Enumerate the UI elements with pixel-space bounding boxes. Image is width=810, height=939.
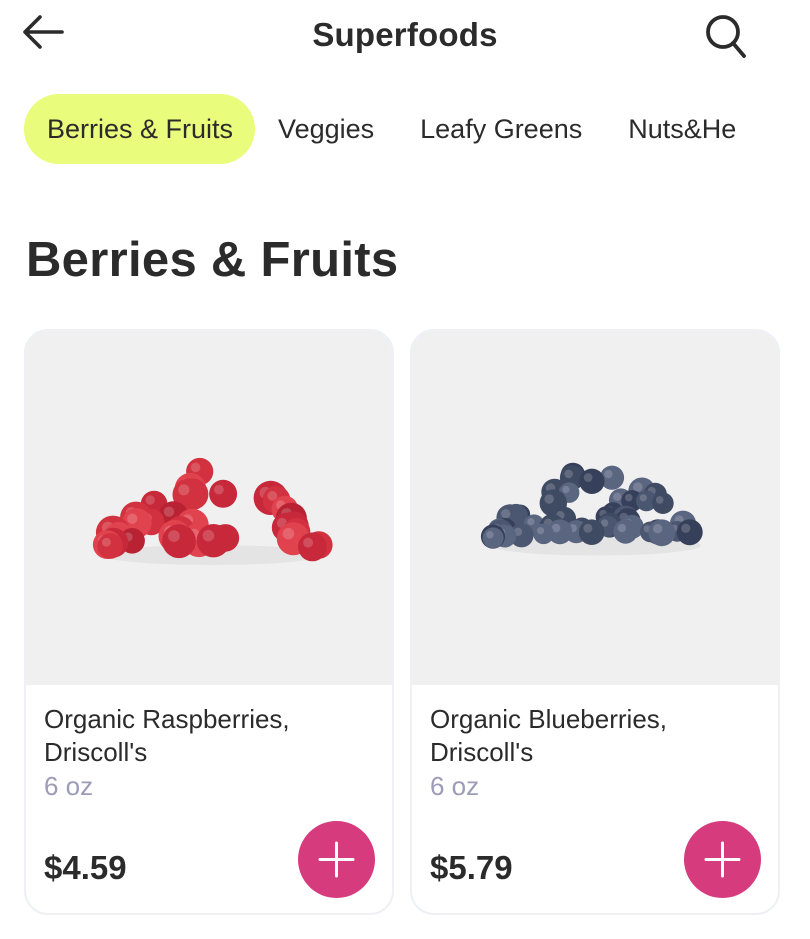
- blueberry: [613, 519, 638, 544]
- blueberry: [579, 468, 605, 494]
- raspberry: [162, 524, 196, 559]
- raspberry: [298, 532, 327, 562]
- product-card[interactable]: Organic Blueberries, Driscoll's 6 oz $5.…: [410, 329, 780, 915]
- blueberry: [578, 519, 605, 545]
- add-to-cart-button[interactable]: [684, 821, 761, 898]
- plus-icon: [704, 841, 741, 878]
- blueberry: [652, 492, 674, 514]
- product-card[interactable]: Organic Raspberries, Driscoll's 6 oz $4.…: [24, 329, 394, 915]
- add-to-cart-button[interactable]: [298, 821, 375, 898]
- blueberry: [533, 523, 554, 545]
- search-button[interactable]: [700, 10, 750, 60]
- product-image-area[interactable]: [26, 331, 392, 685]
- raspberry: [97, 533, 123, 559]
- product-name: Organic Blueberries, Driscoll's: [430, 704, 667, 767]
- top-bar: Superfoods: [0, 0, 810, 72]
- raspberry: [209, 479, 238, 508]
- section-title: Berries & Fruits: [26, 233, 399, 287]
- product-size: 6 oz: [430, 771, 480, 801]
- product-image-area[interactable]: [412, 331, 778, 685]
- plus-icon: [318, 841, 355, 878]
- tab-berries-fruits[interactable]: Berries & Fruits: [24, 94, 256, 164]
- blueberry: [648, 519, 676, 547]
- tab-leafy-greens[interactable]: Leafy Greens: [397, 94, 605, 164]
- tab-nuts-herbs[interactable]: Nuts&He: [605, 94, 759, 164]
- product-name: Organic Raspberries, Driscoll's: [44, 704, 290, 767]
- raspberries-image: [92, 457, 333, 565]
- product-price: $4.59: [44, 849, 127, 886]
- product-size: 6 oz: [44, 771, 94, 801]
- raspberry: [196, 524, 231, 558]
- blueberry: [676, 519, 703, 546]
- search-icon: [706, 15, 746, 58]
- page-title: Superfoods: [312, 16, 498, 53]
- product-price: $5.79: [430, 849, 513, 886]
- category-tabs: Berries & Fruits Veggies Leafy Greens Nu…: [24, 94, 759, 164]
- blueberry: [482, 527, 504, 549]
- tab-veggies[interactable]: Veggies: [255, 94, 397, 164]
- blueberries-image: [480, 462, 703, 556]
